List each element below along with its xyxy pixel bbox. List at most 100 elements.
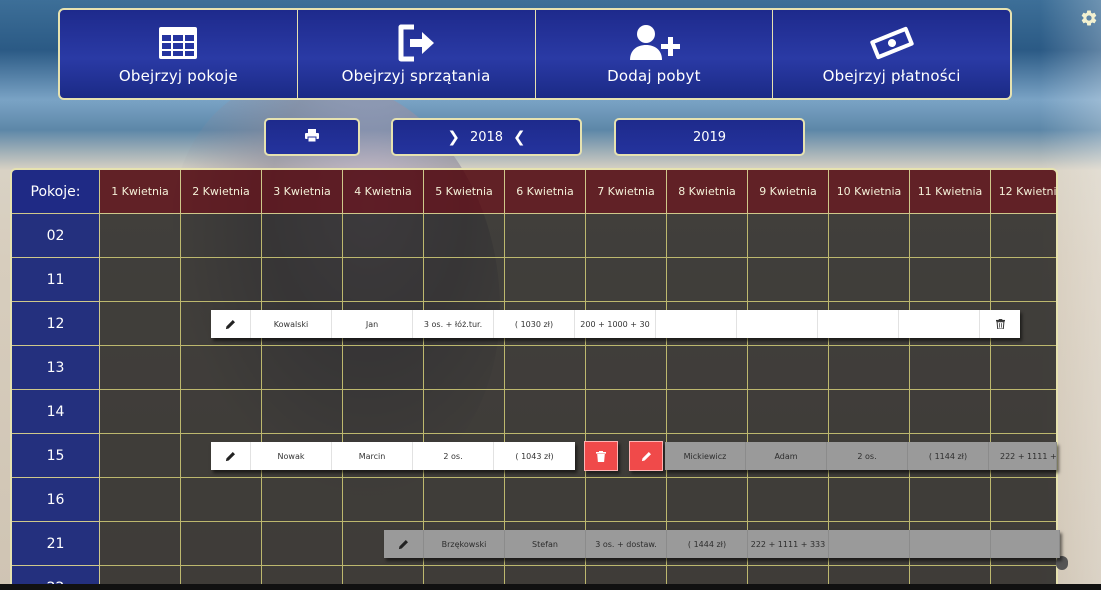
calendar-cell[interactable] (748, 478, 829, 522)
booking-bar[interactable]: Mickiewicz Adam 2 os.( 1144 zł) 222 + 1111 … (665, 442, 1057, 470)
calendar-cell[interactable] (262, 390, 343, 434)
calendar-cell[interactable] (343, 390, 424, 434)
trash-icon (596, 447, 606, 466)
bottom-bar (0, 584, 1101, 590)
view-rooms-label: Obejrzyj pokoje (118, 67, 238, 85)
calendar-cell[interactable] (100, 522, 181, 566)
calendar-cell[interactable] (100, 258, 181, 302)
booking-bar[interactable]: Kowalski Jan 3 os. + łóż.tur.( 1030 zł) 200… (211, 310, 1020, 338)
calendar-cell[interactable] (100, 478, 181, 522)
year-navigator: ❯ 2018 ❮ (391, 118, 582, 156)
calendar-cell[interactable] (829, 390, 910, 434)
calendar-cell[interactable] (748, 214, 829, 258)
calendar-cell[interactable] (262, 258, 343, 302)
calendar-cell[interactable] (910, 258, 991, 302)
calendar-cell[interactable] (181, 522, 262, 566)
next-year-button[interactable]: 2019 (614, 118, 805, 156)
trash-icon[interactable] (980, 310, 1020, 338)
calendar-cell[interactable] (586, 214, 667, 258)
booking-name: Adam (746, 442, 827, 470)
calendar-cell[interactable] (181, 214, 262, 258)
calendar-cell[interactable] (343, 258, 424, 302)
calendar-cell[interactable] (910, 478, 991, 522)
booking-breakdown: 222 + 1111 + 333 (748, 530, 829, 558)
calendar-cell[interactable] (748, 390, 829, 434)
calendar-cell[interactable] (262, 522, 343, 566)
calendar-cell[interactable] (667, 258, 748, 302)
pencil-icon[interactable] (384, 530, 424, 558)
calendar-cell[interactable] (991, 346, 1056, 390)
calendar-cell[interactable] (181, 390, 262, 434)
booking-fill (829, 530, 910, 558)
calendar-cell[interactable] (424, 478, 505, 522)
calendar-cell[interactable] (667, 346, 748, 390)
calendar-cell[interactable] (829, 478, 910, 522)
calendar-cell[interactable] (424, 390, 505, 434)
calendar-cell[interactable] (991, 214, 1056, 258)
calendar-cell[interactable] (910, 214, 991, 258)
calendar-cell[interactable] (262, 478, 343, 522)
calendar-cell[interactable] (586, 346, 667, 390)
calendar-cell[interactable] (505, 390, 586, 434)
calendar-cell[interactable] (586, 478, 667, 522)
calendar-cell[interactable] (667, 214, 748, 258)
calendar-cell[interactable] (991, 478, 1056, 522)
calendar-cell[interactable] (748, 346, 829, 390)
calendar-cell[interactable] (829, 346, 910, 390)
calendar-cell[interactable] (991, 390, 1056, 434)
calendar-cell[interactable] (181, 478, 262, 522)
calendar-cell[interactable] (586, 258, 667, 302)
chevron-right-icon[interactable]: ❯ (447, 128, 460, 146)
calendar-cell[interactable] (424, 346, 505, 390)
calendar-cell[interactable] (343, 214, 424, 258)
edit-booking-button[interactable] (629, 441, 663, 471)
calendar-cell[interactable] (748, 258, 829, 302)
calendar-cell[interactable] (910, 390, 991, 434)
pencil-icon[interactable] (211, 310, 251, 338)
view-rooms-button[interactable]: Obejrzyj pokoje (60, 10, 298, 98)
calendar-cell[interactable] (262, 346, 343, 390)
add-stay-button[interactable]: Dodaj pobyt (536, 10, 774, 98)
calendar-cell[interactable] (100, 302, 181, 346)
room-label: 14 (12, 390, 100, 434)
booking-bar[interactable]: Nowak Marcin 2 os.( 1043 zł) (211, 442, 575, 470)
calendar-cell[interactable] (343, 346, 424, 390)
print-icon (305, 128, 319, 146)
calendar-cell[interactable] (262, 214, 343, 258)
booking-people: 3 os. + dostaw. (586, 530, 667, 558)
calendar-cell[interactable] (991, 258, 1056, 302)
room-label: 15 (12, 434, 100, 478)
calendar-cell[interactable] (100, 346, 181, 390)
calendar-cell[interactable] (667, 390, 748, 434)
calendar-cell[interactable] (505, 258, 586, 302)
calendar-cell[interactable] (505, 346, 586, 390)
view-payments-button[interactable]: Obejrzyj płatności (773, 10, 1010, 98)
scroll-indicator[interactable] (1056, 556, 1068, 570)
calendar-cell[interactable] (667, 478, 748, 522)
calendar-cell[interactable] (343, 478, 424, 522)
room-label: 12 (12, 302, 100, 346)
calendar-cell[interactable] (100, 214, 181, 258)
view-cleanings-button[interactable]: Obejrzyj sprzątania (298, 10, 536, 98)
calendar-cell[interactable] (586, 390, 667, 434)
booking-bar[interactable]: Brzękowski Stefan 3 os. + dostaw.( 1444 zł… (384, 530, 1060, 558)
calendar-cell[interactable] (505, 478, 586, 522)
booking-surname: Mickiewicz (665, 442, 746, 470)
pencil-icon[interactable] (211, 442, 251, 470)
calendar-cell[interactable] (181, 346, 262, 390)
calendar-cell[interactable] (100, 390, 181, 434)
gear-icon[interactable] (1080, 9, 1098, 27)
delete-booking-button[interactable] (584, 441, 618, 471)
day-header: 5 Kwietnia (424, 170, 505, 214)
calendar-cell[interactable] (181, 258, 262, 302)
calendar-cell[interactable] (829, 214, 910, 258)
calendar-cell[interactable] (100, 434, 181, 478)
booking-price: ( 1043 zł) (494, 442, 575, 470)
calendar-cell[interactable] (424, 258, 505, 302)
print-button[interactable] (264, 118, 360, 156)
calendar-cell[interactable] (424, 214, 505, 258)
chevron-left-icon[interactable]: ❮ (513, 128, 526, 146)
calendar-cell[interactable] (910, 346, 991, 390)
calendar-cell[interactable] (829, 258, 910, 302)
calendar-cell[interactable] (505, 214, 586, 258)
